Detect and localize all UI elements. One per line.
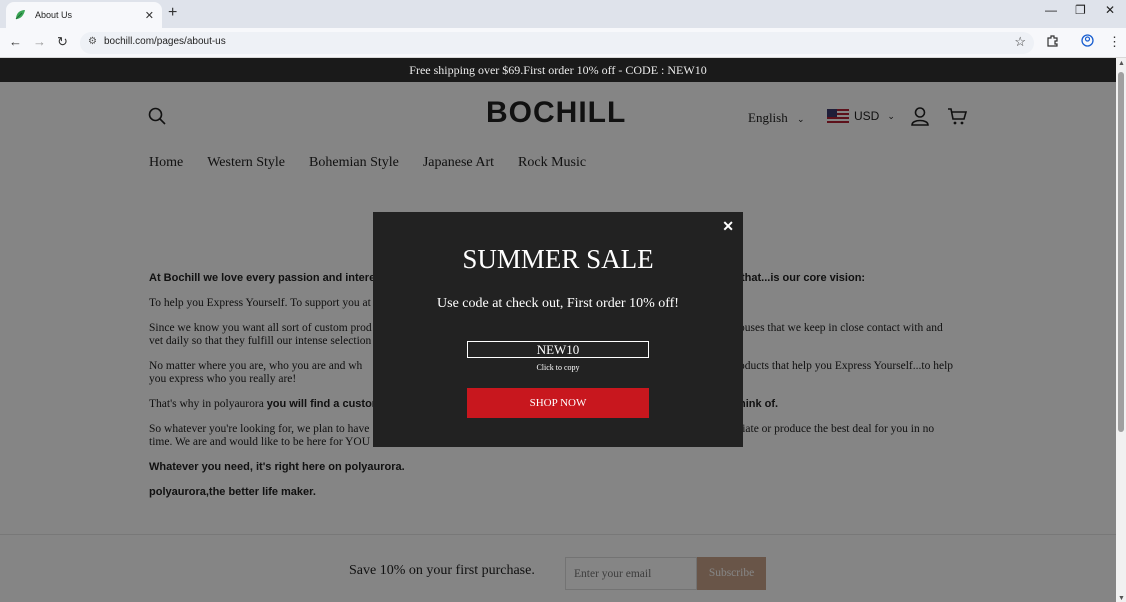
web-page: Free shipping over $69.First order 10% o…	[0, 58, 1116, 602]
page-scrollbar[interactable]: ▲ ▼	[1116, 58, 1126, 602]
discount-code[interactable]: NEW10	[467, 341, 649, 358]
announcement-bar: Free shipping over $69.First order 10% o…	[0, 58, 1116, 82]
back-icon[interactable]: ←	[9, 34, 22, 49]
profile-icon[interactable]	[1081, 34, 1094, 50]
shop-now-button[interactable]: SHOP NOW	[467, 388, 649, 418]
reload-icon[interactable]: ↻	[57, 34, 68, 50]
site-favicon-icon	[14, 9, 26, 21]
scroll-down-icon[interactable]: ▼	[1118, 595, 1125, 602]
sale-popup: ✕ SUMMER SALE Use code at check out, Fir…	[373, 212, 743, 447]
tab-close-icon[interactable]: ✕	[145, 9, 154, 22]
new-tab-button[interactable]: +	[168, 4, 177, 22]
forward-icon[interactable]: →	[33, 34, 46, 49]
star-icon[interactable]: ☆	[1014, 34, 1026, 50]
scroll-up-icon[interactable]: ▲	[1118, 60, 1125, 67]
site-info-icon[interactable]: ⚙	[88, 36, 97, 47]
restore-button[interactable]: ❐	[1075, 3, 1086, 17]
tab-title: About Us	[35, 10, 73, 20]
popup-title: SUMMER SALE	[462, 244, 654, 274]
copy-hint: Click to copy	[536, 363, 580, 372]
omnibox[interactable]: ⚙ bochill.com/pages/about-us ☆	[80, 32, 1034, 54]
url-text[interactable]: bochill.com/pages/about-us	[104, 36, 226, 47]
address-bar: ← → ↻ ⚙ bochill.com/pages/about-us ☆ ⋮	[0, 28, 1126, 58]
browser-tab-bar: About Us ✕ + — ❐ ✕	[0, 0, 1126, 28]
window-close-button[interactable]: ✕	[1105, 3, 1115, 17]
minimize-button[interactable]: —	[1045, 3, 1057, 17]
browser-tab[interactable]: About Us ✕	[6, 2, 162, 28]
menu-icon[interactable]: ⋮	[1108, 34, 1121, 50]
extensions-icon[interactable]	[1046, 34, 1059, 50]
close-icon[interactable]: ✕	[722, 218, 734, 235]
popup-subtitle: Use code at check out, First order 10% o…	[437, 296, 679, 311]
scrollbar-thumb[interactable]	[1118, 72, 1124, 432]
